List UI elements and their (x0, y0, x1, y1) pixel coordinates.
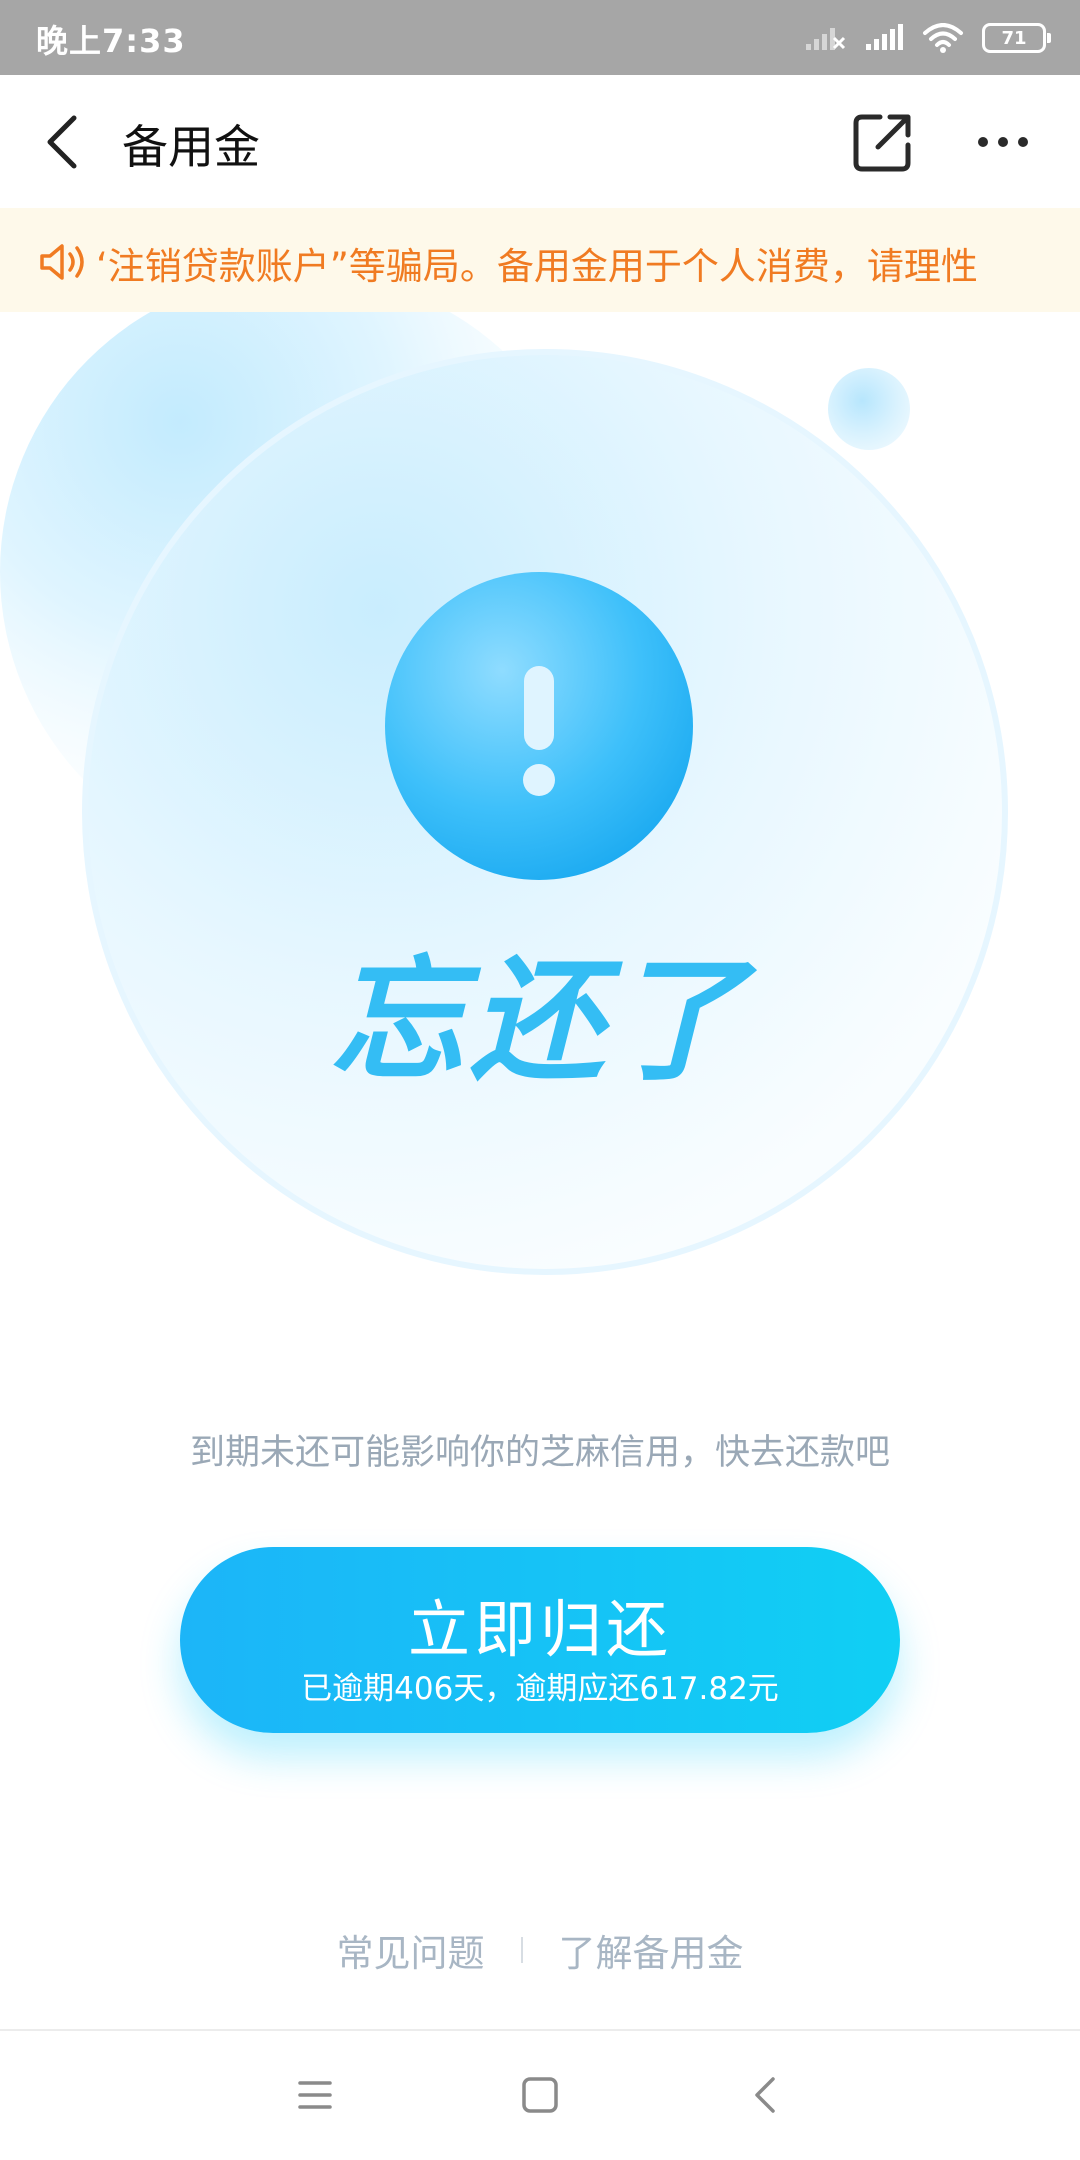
footer-divider (520, 1937, 523, 1963)
status-icons: 71 (804, 18, 1051, 58)
about-link[interactable]: 了解备用金 (559, 1923, 744, 1977)
wifi-icon (923, 23, 963, 53)
more-icon[interactable] (976, 127, 1030, 157)
repay-button[interactable]: 立即归还 已逾期406天，逾期应还617.82元 (180, 1547, 900, 1733)
battery-level: 71 (1001, 27, 1027, 49)
hint-text: 到期未还可能影响你的芝麻信用，快去还款吧 (189, 1433, 890, 1473)
notice-text: ‘注销贷款账户”等骗局。备用金用于个人消费，请理性 (96, 245, 978, 288)
footer-links: 常见问题 了解备用金 (0, 1924, 1080, 1976)
hero-illustration: 忘还了 (0, 312, 1080, 1312)
status-time: 晚上7:33 (36, 22, 186, 60)
home-icon[interactable] (515, 2073, 565, 2117)
signal-icon (866, 24, 903, 50)
speaker-icon (40, 244, 84, 280)
menu-icon[interactable] (290, 2073, 340, 2117)
repay-button-label: 立即归还 (407, 1593, 672, 1666)
share-icon[interactable] (852, 111, 914, 173)
exclamation-icon (385, 572, 693, 880)
battery-icon: 71 (982, 23, 1051, 53)
notice-banner[interactable]: ‘注销贷款账户”等骗局。备用金用于个人消费，请理性 (0, 208, 1080, 312)
back-icon[interactable] (741, 2073, 791, 2117)
faq-link[interactable]: 常见问题 (337, 1923, 485, 1977)
small-bubble (828, 368, 910, 450)
signal-x-icon (806, 28, 846, 50)
nav-header: 备用金 (0, 75, 1080, 208)
forget-title: 忘还了 (329, 943, 750, 1099)
page-title: 备用金 (122, 120, 260, 174)
status-bar: 晚上7:33 71 (0, 0, 1080, 75)
system-nav-bar (0, 2029, 1080, 2160)
overdue-info: 已逾期406天，逾期应还617.82元 (301, 1671, 779, 1707)
back-arrow-icon[interactable] (38, 110, 88, 174)
